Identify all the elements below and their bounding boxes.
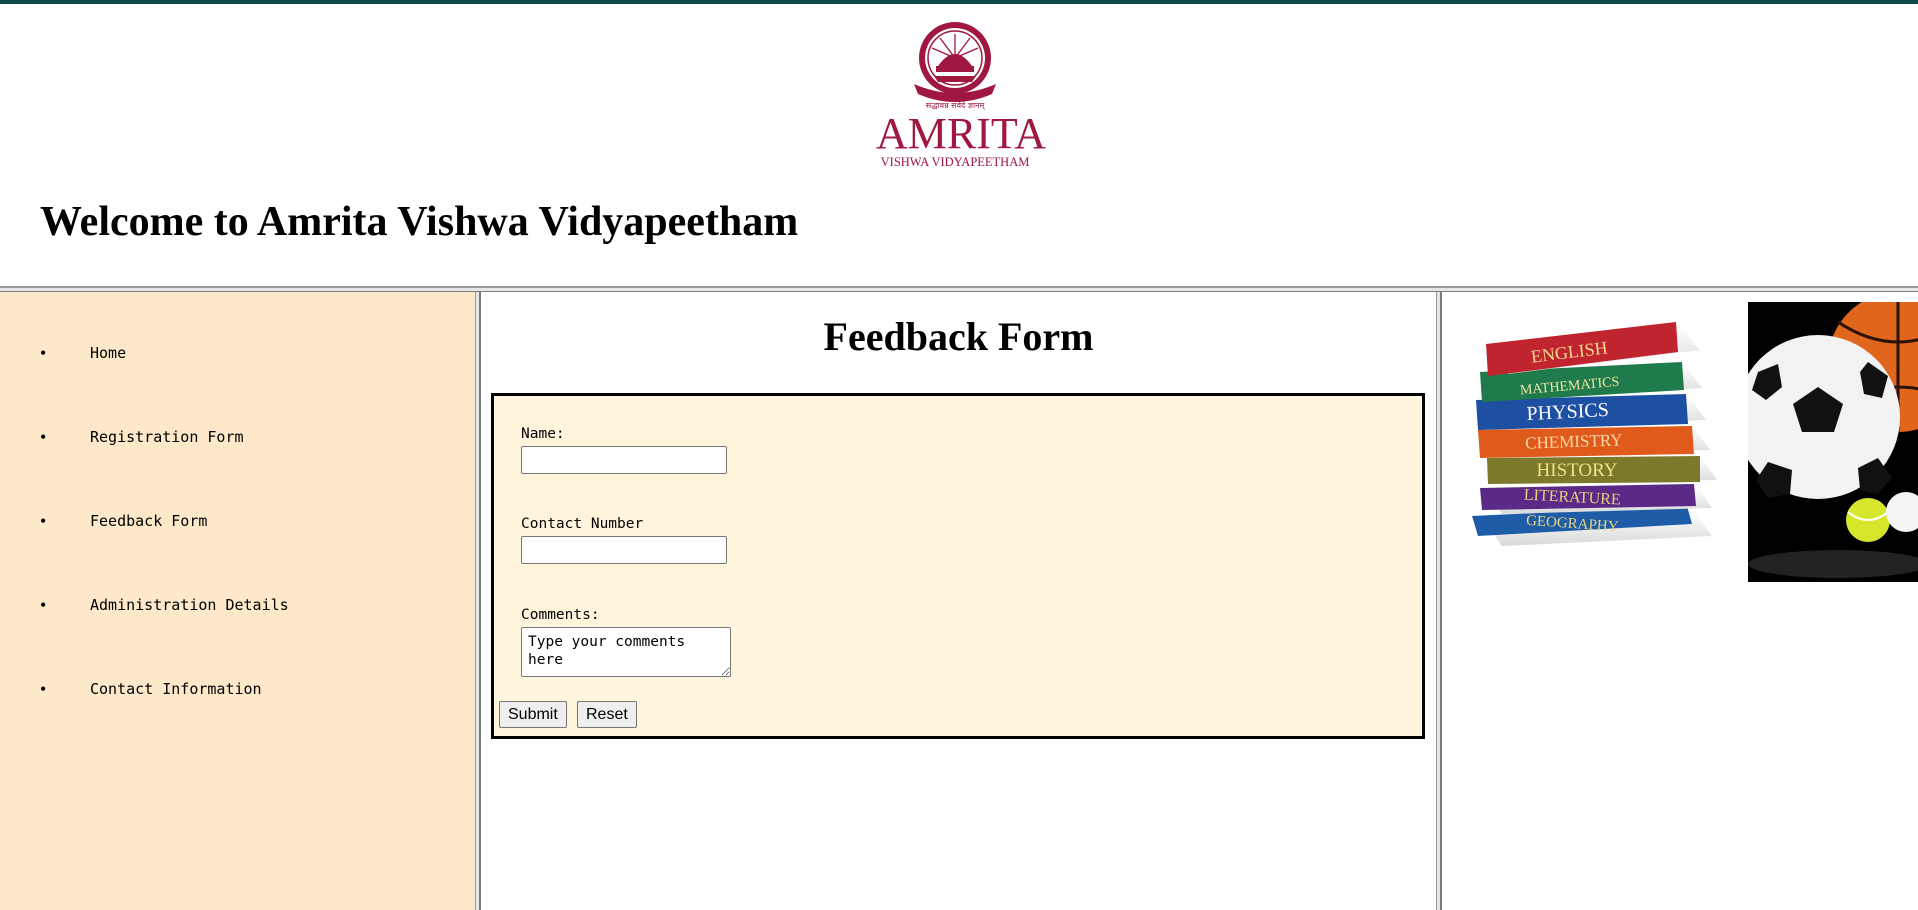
contact-number-label: Contact Number (521, 516, 644, 532)
sidebar-frame: • Home • Registration Form • Feedback Fo… (0, 292, 475, 910)
nav-link-administration-details[interactable]: Administration Details (90, 596, 289, 614)
book-history: HISTORY (1487, 456, 1717, 484)
name-label: Name: (521, 426, 565, 442)
nav-link-registration-form[interactable]: Registration Form (90, 428, 244, 446)
bullet-icon: • (40, 595, 47, 615)
comments-label: Comments: (521, 607, 600, 623)
submit-button[interactable]: Submit (499, 701, 567, 728)
nav-item-administration-details: • Administration Details (0, 596, 470, 680)
header-frame: सद्धावन्न सर्वदे ज्ञानम् AMRITA VISHWA V… (0, 4, 1918, 286)
reset-button[interactable]: Reset (577, 701, 637, 728)
name-input[interactable] (521, 446, 727, 474)
amrita-logo: सद्धावन्न सर्वदे ज्ञानम् AMRITA VISHWA V… (876, 14, 1047, 169)
book-title: CHEMISTRY (1525, 430, 1623, 452)
logo-wordmark: AMRITA (876, 109, 1047, 158)
sports-balls-image (1748, 302, 1918, 582)
nav-link-feedback-form[interactable]: Feedback Form (90, 512, 207, 530)
books-stack-image: GEOGRAPHY LITERATURE HISTORY CHEMISTRY P… (1472, 322, 1717, 546)
nav-item-registration-form: • Registration Form (0, 428, 470, 512)
bullet-icon: • (40, 343, 47, 363)
comments-textarea[interactable]: Type your comments here (521, 627, 731, 677)
book-title: PHYSICS (1526, 399, 1609, 425)
nav-list: • Home • Registration Form • Feedback Fo… (0, 344, 470, 764)
emblem-icon (914, 22, 996, 102)
nav-link-home[interactable]: Home (90, 344, 126, 362)
logo-subtitle: VISHWA VIDYAPEETHAM (880, 155, 1030, 169)
nav-item-home: • Home (0, 344, 470, 428)
bullet-icon: • (40, 511, 47, 531)
page-title: Welcome to Amrita Vishwa Vidyapeetham (40, 199, 799, 245)
image-frame: GEOGRAPHY LITERATURE HISTORY CHEMISTRY P… (1442, 292, 1918, 910)
feedback-form: Name: Contact Number Comments: Type your… (491, 393, 1425, 739)
form-title: Feedback Form (823, 314, 1094, 359)
book-title: HISTORY (1537, 460, 1618, 481)
nav-item-contact-information: • Contact Information (0, 680, 470, 764)
contact-number-input[interactable] (521, 536, 727, 564)
bullet-icon: • (40, 427, 47, 447)
bullet-icon: • (40, 679, 47, 699)
main-frame: Feedback Form Name: Contact Number Comme… (481, 292, 1436, 910)
nav-link-contact-information[interactable]: Contact Information (90, 680, 262, 698)
nav-item-feedback-form: • Feedback Form (0, 512, 470, 596)
book-chemistry: CHEMISTRY (1478, 426, 1710, 458)
